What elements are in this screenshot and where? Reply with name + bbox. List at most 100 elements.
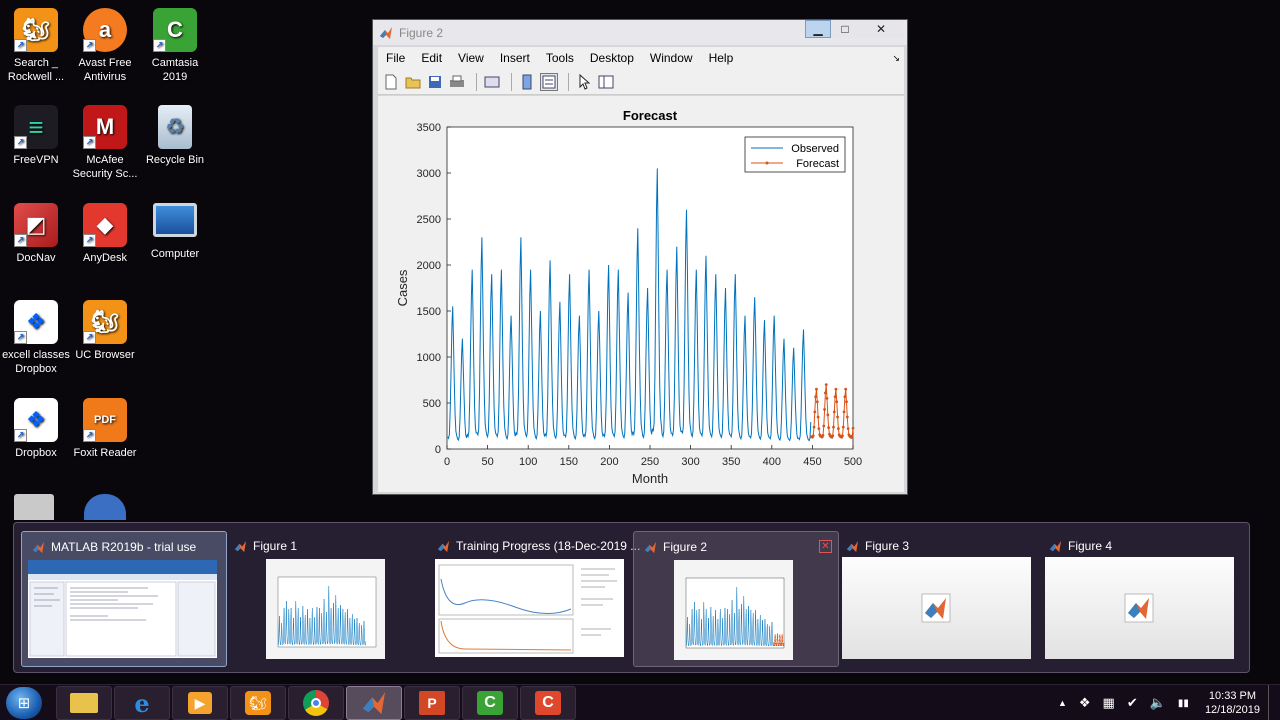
- desktop-icon-recycle-bin[interactable]: ♻ Recycle Bin: [139, 105, 211, 167]
- menu-tools[interactable]: Tools: [538, 51, 582, 65]
- forecast-point: [836, 427, 840, 431]
- close-window-icon[interactable]: ✕: [819, 540, 832, 553]
- forecast-point: [843, 395, 847, 399]
- docnav-icon: ◩ ↗: [14, 203, 58, 247]
- matlab-desktop-thumbnail: [28, 560, 217, 658]
- taskbar-powerpoint[interactable]: P: [404, 686, 460, 720]
- taskbar-camtasia-recorder[interactable]: C: [520, 686, 576, 720]
- taskbar-camtasia[interactable]: C: [462, 686, 518, 720]
- switcher-window-figure-4[interactable]: Figure 4: [1039, 531, 1245, 667]
- figure-2-thumbnail: [674, 560, 793, 660]
- forecast-point: [845, 415, 849, 419]
- taskbar-media-player[interactable]: ▶: [172, 686, 228, 720]
- desktop-icon-computer[interactable]: Computer: [139, 203, 211, 261]
- menu-desktop[interactable]: Desktop: [582, 51, 642, 65]
- desktop-icon-anydesk[interactable]: ◆ ↗ AnyDesk: [69, 203, 141, 265]
- switcher-title: Figure 3: [846, 539, 909, 553]
- desktop-icon-camtasia[interactable]: C ↗ Camtasia 2019: [139, 8, 211, 84]
- taskbar-internet-explorer[interactable]: e: [114, 686, 170, 720]
- powerpoint-icon: P: [419, 691, 445, 715]
- switcher-window-figure-2[interactable]: Figure 2 ✕: [633, 531, 839, 667]
- desktop-icon-excell-classes[interactable]: ❖ ↗ excell classes Dropbox: [0, 300, 72, 376]
- y-tick-label: 2000: [417, 260, 441, 272]
- figure-window[interactable]: Figure 2 ▁ □ ✕ File Edit View Insert Too…: [372, 19, 908, 495]
- taskbar-matlab[interactable]: [346, 686, 402, 720]
- forecast-chart[interactable]: Forecast 0 50 100 150 200 250 300 350 400 450 500 0 5…: [378, 96, 904, 492]
- desktop-icon-docnav[interactable]: ◩ ↗ DocNav: [0, 203, 72, 265]
- x-tick-label: 250: [641, 456, 659, 468]
- switcher-window-matlab[interactable]: MATLAB R2019b - trial use: [21, 531, 227, 667]
- switcher-window-figure-1[interactable]: Figure 1: [224, 531, 430, 667]
- menu-file[interactable]: File: [378, 51, 413, 65]
- y-tick-label: 0: [435, 444, 441, 456]
- show-desktop-button[interactable]: [1268, 685, 1280, 720]
- open-file-icon[interactable]: [404, 73, 422, 91]
- desktop-icon-label: DocNav: [16, 252, 56, 264]
- new-figure-icon[interactable]: [382, 73, 400, 91]
- desktop-icon-label: Camtasia 2019: [151, 57, 199, 83]
- taskbar-chrome[interactable]: [288, 686, 344, 720]
- dropbox-tray-icon[interactable]: ❖: [1079, 695, 1091, 711]
- forecast-point: [778, 642, 780, 644]
- y-tick-label: 2500: [417, 214, 441, 226]
- switcher-window-figure-3[interactable]: Figure 3: [836, 531, 1042, 667]
- desktop-icon-freevpn[interactable]: ≡ ↗ FreeVPN: [0, 105, 72, 167]
- menu-insert[interactable]: Insert: [492, 51, 538, 65]
- legend-icon[interactable]: [540, 72, 558, 91]
- pointer-icon[interactable]: [575, 73, 593, 91]
- forecast-point: [824, 383, 828, 386]
- desktop-icon-uc-browser[interactable]: 🐿 ↗ UC Browser: [69, 300, 141, 362]
- forecast-point: [777, 636, 779, 638]
- camtasia-icon: C: [477, 691, 503, 715]
- recycle-bin-icon: ♻: [158, 105, 192, 149]
- menu-view[interactable]: View: [450, 51, 492, 65]
- close-button[interactable]: ✕: [859, 20, 903, 38]
- volume-icon[interactable]: 🔈: [1150, 695, 1166, 711]
- desktop-icon-partial[interactable]: [14, 494, 54, 520]
- desktop-icon-mcafee[interactable]: M ↗ McAfee Security Sc...: [69, 105, 141, 181]
- undock-icon[interactable]: ↘: [884, 53, 904, 64]
- menu-edit[interactable]: Edit: [413, 51, 450, 65]
- desktop-icon-search-rockwell[interactable]: 🐿 ↗ Search _ Rockwell ...: [0, 8, 72, 84]
- show-hidden-icons[interactable]: ▲: [1058, 698, 1067, 708]
- forecast-point: [773, 644, 775, 646]
- system-tray: ▲ ❖ ▦ ✔ 🔈 ▮▮ 10:33 PM 12/18/2019: [1052, 685, 1280, 720]
- start-button[interactable]: ⊞: [6, 687, 42, 719]
- switcher-window-training-progress[interactable]: Training Progress (18-Dec-2019 ...: [427, 531, 640, 667]
- desktop-icon-foxit[interactable]: PDF ↗ Foxit Reader: [69, 398, 141, 460]
- clock[interactable]: 10:33 PM 12/18/2019: [1205, 689, 1260, 717]
- forecast-point: [782, 640, 784, 642]
- colorbar-icon[interactable]: [518, 73, 536, 91]
- save-icon[interactable]: [426, 73, 444, 91]
- forecast-point: [834, 387, 838, 391]
- action-center-icon[interactable]: ✔: [1127, 695, 1138, 711]
- forecast-point: [814, 395, 818, 399]
- link-plot-icon[interactable]: [483, 73, 501, 91]
- forecast-point: [776, 638, 778, 640]
- desktop-icon-label: UC Browser: [75, 349, 135, 361]
- taskbar-uc-browser[interactable]: 🐿: [230, 686, 286, 720]
- menu-window[interactable]: Window: [642, 51, 701, 65]
- maximize-button[interactable]: □: [832, 20, 858, 38]
- desktop-icon-partial-globe[interactable]: [84, 494, 126, 520]
- desktop-icon-avast[interactable]: a ↗ Avast Free Antivirus: [69, 8, 141, 84]
- legend-label-forecast: Forecast: [796, 158, 839, 170]
- forecast-point: [778, 644, 780, 646]
- matlab-icon: [234, 540, 247, 552]
- print-icon[interactable]: [448, 73, 466, 91]
- figure-titlebar[interactable]: Figure 2 ▁ □ ✕: [373, 20, 907, 45]
- network-adapter-icon[interactable]: ▦: [1103, 695, 1115, 711]
- taskbar-explorer[interactable]: [56, 686, 112, 720]
- signal-icon[interactable]: ▮▮: [1178, 698, 1189, 709]
- y-tick-label: 500: [423, 398, 441, 410]
- forecast-point: [773, 642, 776, 644]
- forecast-point: [846, 427, 850, 431]
- minimize-button[interactable]: ▁: [805, 20, 831, 38]
- forecast-point: [815, 387, 818, 391]
- menu-help[interactable]: Help: [701, 51, 742, 65]
- property-editor-icon[interactable]: [597, 73, 615, 91]
- desktop-icon-dropbox[interactable]: ❖ ↗ Dropbox: [0, 398, 72, 460]
- x-tick-label: 350: [722, 456, 740, 468]
- x-tick-label: 50: [481, 456, 493, 468]
- forecast-point: [776, 644, 778, 646]
